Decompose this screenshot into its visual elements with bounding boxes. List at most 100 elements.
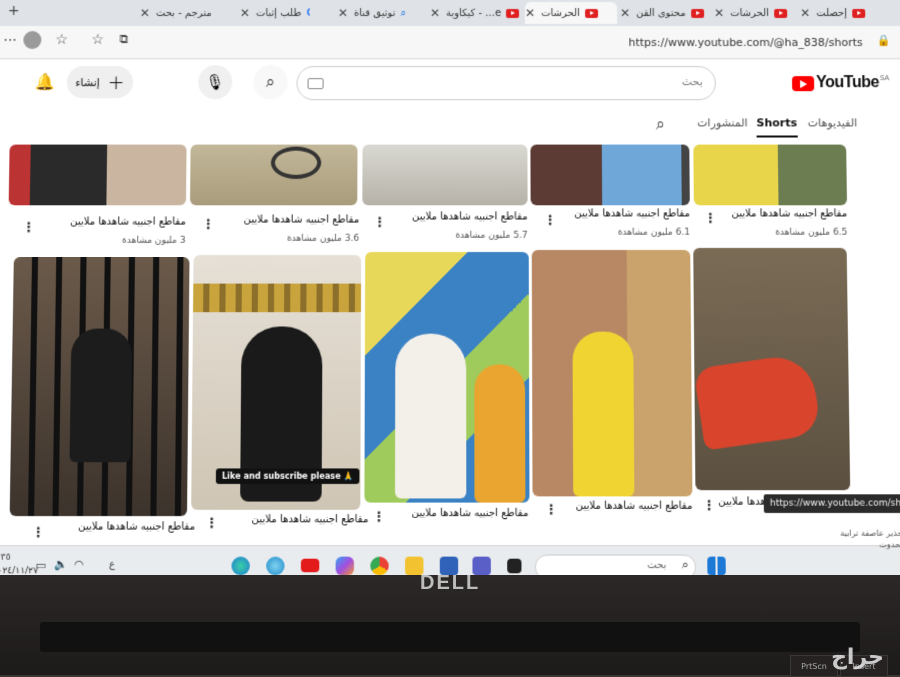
channel-search-icon[interactable]: ⌕ (656, 114, 665, 134)
more-options-icon[interactable]: ⋮ (32, 525, 45, 541)
short-title[interactable]: مقاطع اجنبيه شاهدها ملايين (732, 208, 848, 219)
tab-videos[interactable]: الفيديوهات (808, 116, 858, 129)
edge-icon[interactable] (231, 557, 250, 576)
close-icon[interactable]: ✕ (800, 6, 810, 20)
more-options-icon[interactable]: ⋮ (703, 498, 716, 514)
channel-tabs: الفيديوهات Shorts المنشورات ⌕ (0, 106, 900, 140)
search-icon: ⌕ (400, 7, 406, 18)
favorites-star-icon[interactable]: ☆ (91, 32, 104, 48)
short-title[interactable]: مقاطع اجنبيه شاهدها ملايين (574, 208, 690, 219)
browser-tab[interactable]: ✕ كيكاوية - ...e (430, 2, 520, 24)
short-thumbnail[interactable] (364, 252, 529, 503)
short-title[interactable]: مقاطع اجنبيه شاهدها ملايين (78, 521, 195, 532)
wifi-icon[interactable]: ◠ (74, 558, 84, 572)
screenshot-icon[interactable]: ⧉ (119, 32, 128, 47)
search-input[interactable]: بحث (296, 66, 716, 100)
dell-logo: DELL (420, 572, 480, 595)
short-title[interactable]: مقاطع اجنبيه شاهدها ملايين (251, 514, 368, 525)
weather-line-2: الحدوث (840, 539, 900, 550)
youtube-icon (585, 8, 598, 17)
short-thumbnail[interactable] (530, 145, 689, 206)
create-button[interactable]: إنشاء + (67, 66, 134, 98)
person-figure (693, 352, 822, 450)
laptop-screen: + ✕ مترجم - بحث ✕ طلب إثبات G ✕ توثيق قناة ⌕ … (0, 0, 900, 587)
youtube-icon (852, 8, 865, 17)
terminal-icon[interactable] (507, 559, 521, 574)
voice-search-button[interactable]: 🎙 (198, 65, 232, 99)
notifications-bell-icon[interactable]: 🔔 (35, 72, 55, 91)
shorts-grid: مقاطع اجنبيه شاهدها ملايين 6.5 مليون مشا… (0, 141, 900, 546)
close-icon[interactable]: ✕ (714, 6, 724, 20)
short-views: 6.1 مليون مشاهدة (618, 228, 690, 238)
avatar[interactable] (23, 31, 41, 49)
input-language[interactable]: ع (109, 559, 115, 570)
taskbar-search-placeholder: بحث (647, 560, 667, 571)
collections-icon[interactable]: ☆ (55, 32, 68, 48)
close-icon[interactable]: ✕ (140, 6, 150, 20)
browser-tab[interactable]: ✕ إحصلت (800, 2, 900, 24)
youtube-wordmark: YouTube (816, 74, 879, 92)
short-thumbnail[interactable]: Like and subscribe please 🙏 (191, 255, 361, 510)
short-title[interactable]: مقاطع اجنبيه شاهدها ملايين (412, 211, 528, 222)
close-icon[interactable]: ✕ (430, 6, 440, 20)
lock-icon[interactable]: 🔒 (877, 34, 891, 47)
more-options-icon[interactable]: ⋮ (373, 510, 386, 526)
short-thumbnail[interactable] (532, 250, 693, 496)
search-button[interactable]: ⌕ (253, 65, 287, 99)
more-options-icon[interactable]: ⋮ (202, 217, 215, 232)
browser-tab-active[interactable]: ✕ الحرشات (525, 2, 617, 24)
close-icon[interactable]: ✕ (240, 6, 250, 20)
more-options-icon[interactable]: ⋮ (544, 213, 557, 228)
clock-time: ١:٣٥ (0, 551, 38, 565)
close-icon[interactable]: ✕ (620, 6, 630, 20)
short-title[interactable]: مقاطع اجنبيه شاهدها ملايين (576, 501, 693, 512)
youtube-logo[interactable]: YouTube SA (792, 74, 890, 92)
browser-tab-strip: + ✕ مترجم - بحث ✕ طلب إثبات G ✕ توثيق قناة ⌕ … (0, 0, 900, 26)
weather-widget[interactable]: تحذير عاصفة ترابية الحدوث (840, 528, 900, 551)
browser-tab[interactable]: ✕ الحرشات (714, 2, 794, 24)
chrome-icon[interactable] (370, 557, 388, 576)
short-thumbnail[interactable] (10, 257, 190, 516)
search-icon: ⌕ (266, 72, 275, 92)
short-thumbnail[interactable] (9, 145, 187, 206)
browser-tab[interactable]: ✕ توثيق قناة ⌕ (338, 2, 426, 24)
close-icon[interactable]: ✕ (338, 6, 348, 20)
youtube-icon (774, 8, 787, 17)
short-title[interactable]: مقاطع اجنبيه شاهدها ملايين (244, 214, 360, 225)
edge-beta-icon[interactable] (266, 557, 285, 576)
short-views: 3.6 مليون مشاهدة (287, 234, 359, 244)
new-tab-icon[interactable]: + (8, 3, 20, 19)
create-label: إنشاء (75, 76, 100, 89)
copilot-icon[interactable] (336, 557, 354, 576)
keyboard-icon[interactable] (308, 78, 324, 89)
url-field[interactable]: https://www.youtube.com/@ha_838/shorts (628, 36, 862, 49)
more-options-icon[interactable]: ⋮ (704, 211, 717, 226)
short-title[interactable]: مقاطع اجنبيه شاهدها ملايين (70, 216, 186, 227)
more-options-icon[interactable]: ⋮ (205, 516, 218, 532)
short-thumbnail[interactable] (693, 248, 850, 490)
more-options-icon[interactable]: ⋮ (22, 221, 35, 236)
browser-tab[interactable]: ✕ محتوى القن (620, 2, 706, 24)
tab-posts[interactable]: المنشورات (697, 116, 748, 129)
youtube-app-icon[interactable] (301, 559, 319, 573)
browser-tab[interactable]: ✕ طلب إثبات G (240, 2, 310, 24)
tab-shorts[interactable]: Shorts (756, 116, 797, 137)
short-thumbnail[interactable] (693, 145, 847, 206)
person-figure (395, 334, 466, 499)
youtube-icon (691, 8, 704, 17)
youtube-header: 🔔 إنشاء + 🎙 ⌕ بحث YouTube SA (0, 60, 900, 106)
short-title[interactable]: مقاطع اجنبيه شاهدها ملايين (412, 508, 529, 519)
volume-icon[interactable]: 🔈 (54, 558, 68, 572)
more-options-icon[interactable]: ⋮ (545, 503, 558, 519)
more-icon[interactable]: ⋯ (3, 32, 17, 48)
short-thumbnail[interactable] (362, 145, 527, 206)
short-thumbnail[interactable] (190, 145, 357, 206)
battery-icon[interactable]: ▭ (35, 559, 46, 573)
short-views: 5.7 مليون مشاهدة (455, 231, 527, 241)
close-icon[interactable]: ✕ (525, 6, 535, 20)
video-overlay-caption: Like and subscribe please 🙏 (216, 468, 360, 484)
more-options-icon[interactable]: ⋮ (373, 215, 386, 230)
windows-start-icon[interactable] (707, 557, 726, 576)
browser-tab[interactable]: ✕ مترجم - بحث (140, 2, 215, 24)
google-icon: G (306, 7, 310, 18)
